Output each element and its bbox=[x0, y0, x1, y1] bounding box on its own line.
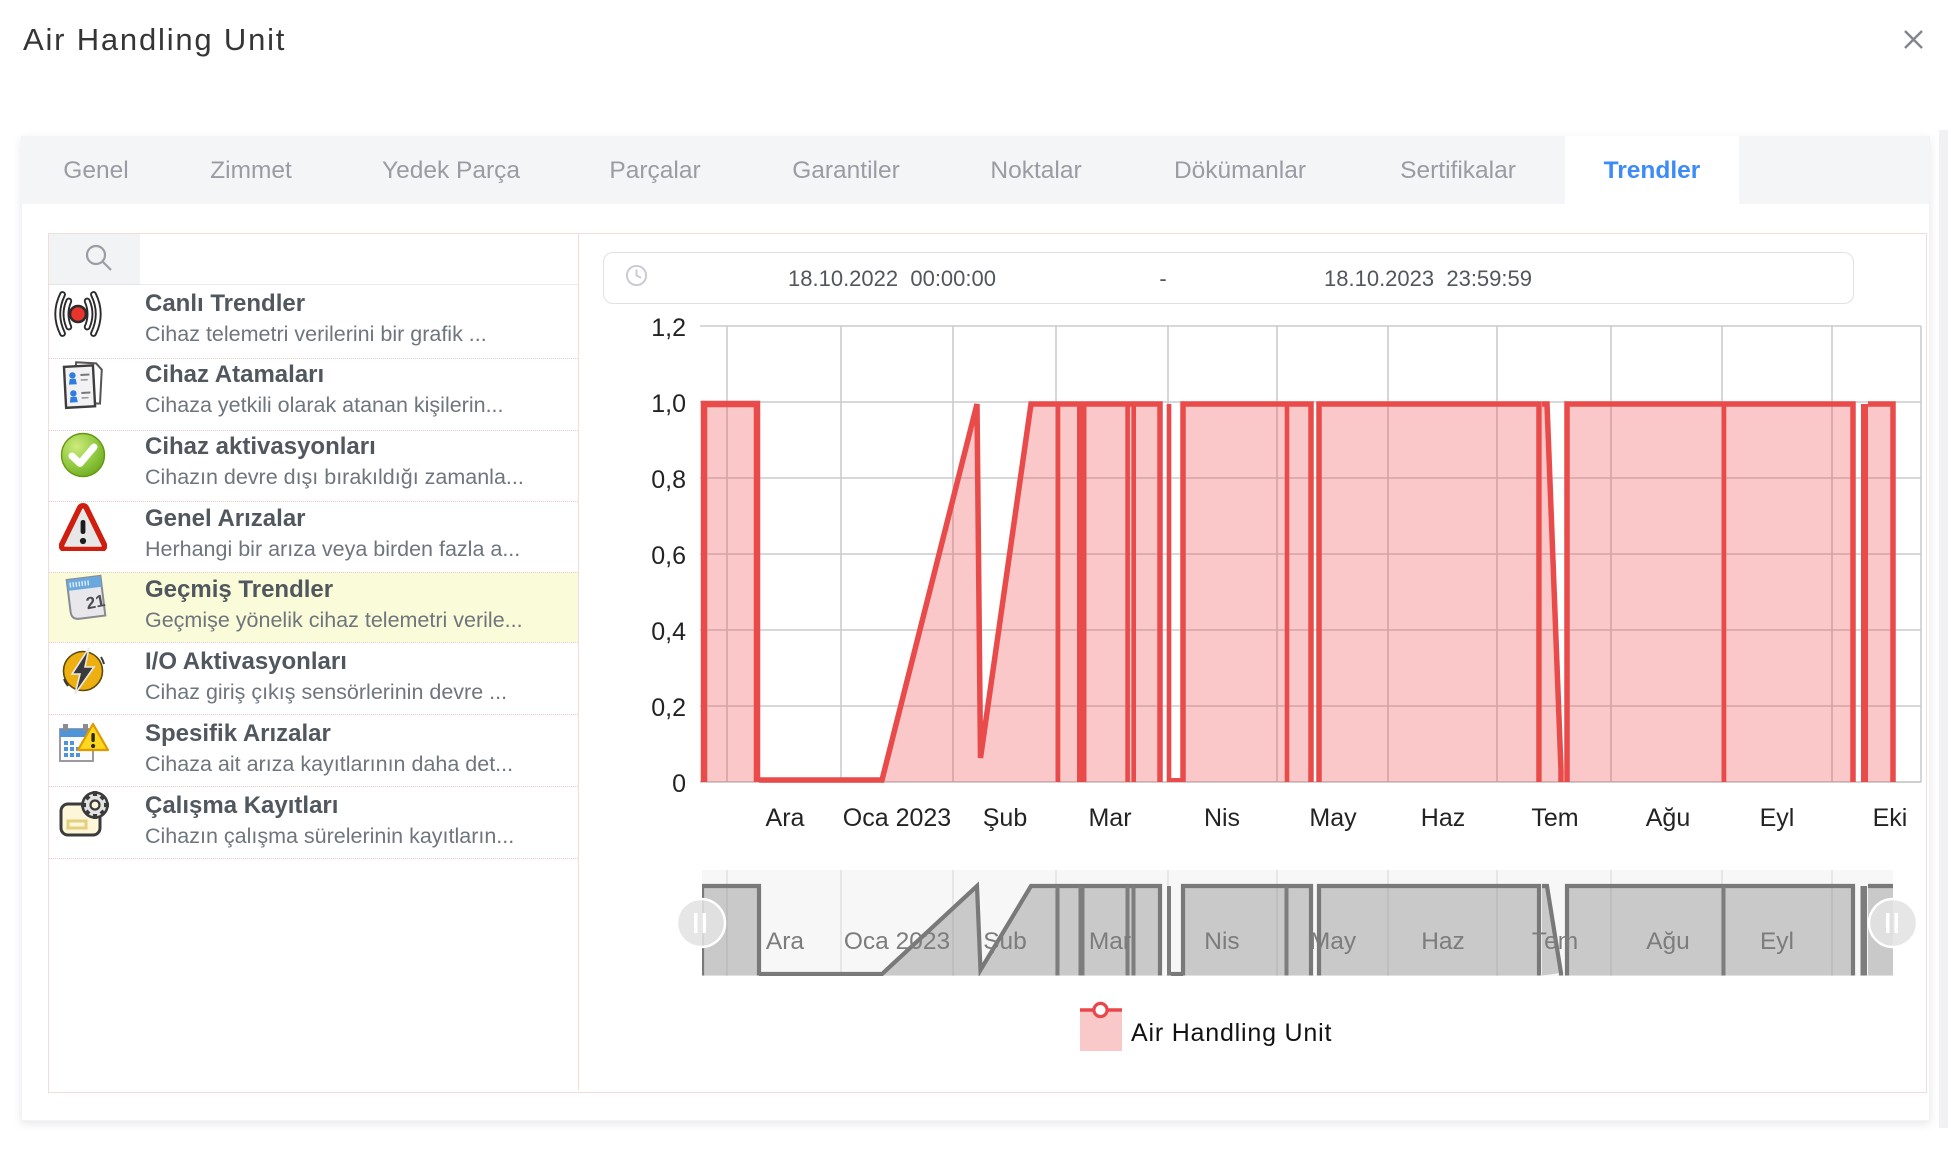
svg-text:Eki: Eki bbox=[1873, 804, 1908, 832]
svg-text:Şub: Şub bbox=[983, 804, 1027, 832]
svg-text:1,2: 1,2 bbox=[651, 314, 686, 342]
svg-text:Şub: Şub bbox=[983, 928, 1027, 955]
svg-text:0,8: 0,8 bbox=[651, 466, 686, 494]
svg-text:May: May bbox=[1309, 804, 1357, 832]
svg-text:Ağu: Ağu bbox=[1646, 928, 1690, 955]
svg-text:Mar: Mar bbox=[1089, 928, 1131, 955]
svg-text:0,2: 0,2 bbox=[651, 694, 686, 722]
svg-text:Nis: Nis bbox=[1204, 804, 1240, 832]
svg-text:May: May bbox=[1310, 928, 1357, 955]
svg-text:1,0: 1,0 bbox=[651, 390, 686, 418]
svg-text:0,6: 0,6 bbox=[651, 542, 686, 570]
svg-text:Nis: Nis bbox=[1204, 928, 1239, 955]
svg-text:Oca 2023: Oca 2023 bbox=[844, 928, 950, 955]
svg-text:Mar: Mar bbox=[1088, 804, 1131, 832]
svg-text:Haz: Haz bbox=[1421, 928, 1465, 955]
svg-text:Tem: Tem bbox=[1532, 928, 1578, 955]
svg-text:Eyl: Eyl bbox=[1760, 928, 1794, 955]
svg-text:Ara: Ara bbox=[766, 804, 805, 832]
svg-text:Oca 2023: Oca 2023 bbox=[843, 804, 951, 832]
svg-text:0: 0 bbox=[672, 770, 686, 798]
svg-text:Ara: Ara bbox=[766, 928, 805, 955]
svg-text:0,4: 0,4 bbox=[651, 618, 686, 646]
svg-text:Haz: Haz bbox=[1421, 804, 1465, 832]
svg-text:Tem: Tem bbox=[1531, 804, 1578, 832]
svg-text:Eyl: Eyl bbox=[1760, 804, 1795, 832]
svg-text:Ağu: Ağu bbox=[1646, 804, 1690, 832]
svg-text:Air Handling Unit: Air Handling Unit bbox=[1131, 1019, 1332, 1047]
